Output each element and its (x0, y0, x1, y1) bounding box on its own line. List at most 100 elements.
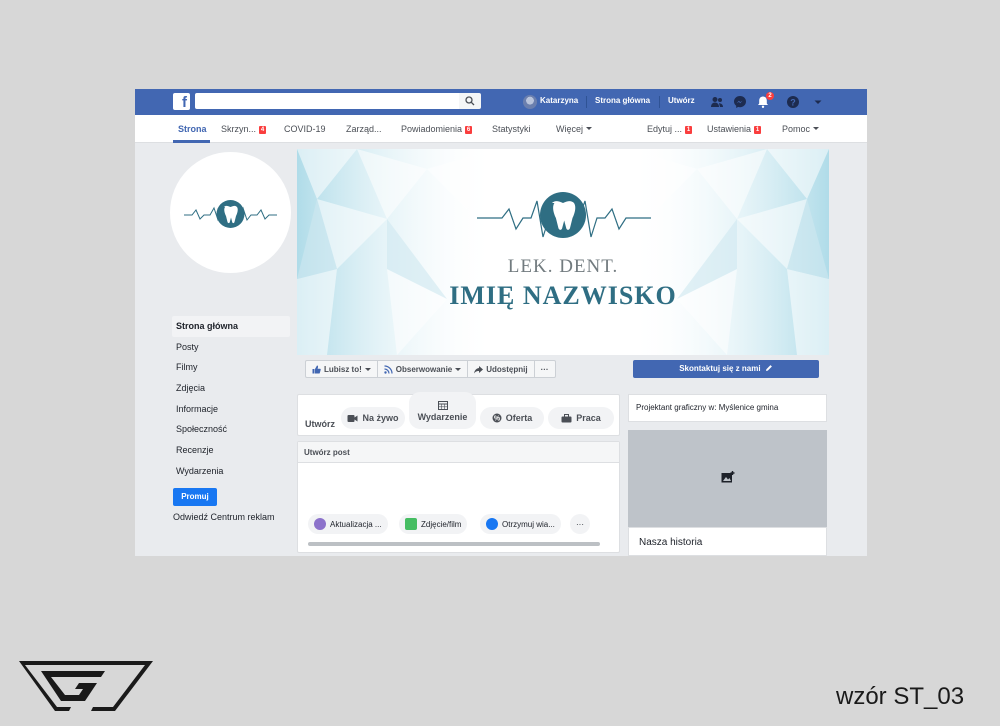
tab-home[interactable]: Strona (178, 124, 207, 134)
tooth-heartbeat-logo (184, 200, 277, 228)
nav-item-community[interactable]: Społeczność (172, 419, 290, 440)
tab-notifications[interactable]: Powiadomienia 6 (401, 124, 473, 134)
tab-edit[interactable]: Edytuj ... 1 (647, 124, 693, 134)
live-video-button[interactable]: Na żywo (341, 407, 405, 429)
photo-icon (405, 518, 417, 530)
cover-background-pattern (297, 149, 829, 355)
share-button[interactable]: Udostępnij (468, 361, 535, 377)
search-input[interactable] (195, 93, 459, 109)
rss-icon (384, 364, 393, 374)
tab-inbox[interactable]: Skrzyn... 4 (221, 124, 267, 134)
event-button[interactable]: Wydarzenie (409, 392, 476, 429)
page-tab-bar: Strona Skrzyn... 4 COVID-19 Zarząd... Pow… (135, 115, 867, 143)
cover-title-line1: LEK. DENT. (507, 256, 619, 277)
like-label: Lubisz to! (324, 364, 362, 374)
share-label: Udostępnij (486, 364, 528, 374)
tab-label: Edytuj ... (647, 124, 683, 134)
active-tab-indicator (173, 140, 210, 143)
contact-label: Skontaktuj się z nami (679, 364, 761, 373)
create-label: Utwórz (305, 419, 335, 429)
chevron-down-icon[interactable] (811, 95, 825, 109)
facebook-logo[interactable]: f (173, 93, 190, 110)
create-options-bar: Utwórz Na żywo Wydarzenie % Oferta Praca (297, 392, 620, 436)
nav-item-about[interactable]: Informacje (172, 399, 290, 420)
photo-video-button[interactable]: Zdjęcie/film (399, 514, 468, 534)
create-link[interactable]: Utwórz (668, 96, 695, 105)
nav-item-reviews[interactable]: Recenzje (172, 440, 290, 461)
tab-label: Więcej (556, 124, 584, 134)
job-label: Praca (576, 413, 601, 423)
contact-us-button[interactable]: Skontaktuj się z nami (633, 360, 819, 378)
calendar-icon (437, 400, 448, 410)
nav-item-posts[interactable]: Posty (172, 337, 290, 358)
nav-item-events[interactable]: Wydarzenia (172, 461, 290, 482)
tab-label: Pomoc (782, 124, 811, 134)
template-label: wzór ST_03 (836, 683, 965, 710)
user-name-link[interactable]: Katarzyna (540, 96, 578, 105)
story-image-placeholder[interactable] (628, 430, 827, 527)
video-camera-icon (347, 414, 358, 422)
tab-more[interactable]: Więcej (556, 124, 593, 134)
tab-covid[interactable]: COVID-19 (284, 124, 326, 134)
more-label: ··· (576, 519, 584, 529)
tab-label: Strona (178, 124, 207, 134)
avatar[interactable] (523, 95, 537, 109)
thumbs-up-icon (312, 365, 321, 373)
tab-statistics[interactable]: Statystyki (492, 124, 531, 134)
follow-button[interactable]: Obserwowanie (378, 361, 469, 377)
friends-icon[interactable] (710, 95, 724, 109)
divider (659, 96, 660, 108)
nav-item-videos[interactable]: Filmy (172, 357, 290, 378)
heart-badge-icon (314, 518, 326, 530)
home-link[interactable]: Strona główna (595, 96, 650, 105)
like-button[interactable]: Lubisz to! (306, 361, 378, 377)
facebook-page-mockup: f Katarzyna Strona główna Utwórz 2 ? Str… (135, 89, 867, 556)
get-messages-button[interactable]: Otrzymuj wia... (480, 514, 561, 534)
search-button[interactable] (459, 93, 481, 109)
cover-photo[interactable]: LEK. DENT. IMIĘ NAZWISKO (297, 149, 829, 355)
story-title: Nasza historia (639, 537, 703, 548)
ads-center-link[interactable]: Odwiedź Centrum reklam (173, 512, 275, 522)
page-left-navigation: Strona główna Posty Filmy Zdjęcia Inform… (172, 316, 290, 482)
top-navigation-bar: f Katarzyna Strona główna Utwórz 2 ? (135, 89, 867, 115)
page-action-bar: Lubisz to! Obserwowanie Udostępnij ··· (305, 360, 556, 378)
more-options-button[interactable]: ··· (535, 361, 555, 377)
more-post-options-button[interactable]: ··· (570, 514, 590, 534)
create-post-card: Utwórz post Aktualizacja ... Zdjęcie/fil… (297, 441, 620, 553)
horizontal-scrollbar[interactable] (308, 542, 600, 546)
help-icon[interactable]: ? (786, 95, 800, 109)
profile-picture[interactable] (170, 152, 291, 273)
live-label: Na żywo (362, 413, 399, 423)
messenger-icon[interactable] (733, 95, 747, 109)
nav-item-home[interactable]: Strona główna (172, 316, 290, 337)
update-label: Aktualizacja ... (330, 519, 382, 529)
tab-help[interactable]: Pomoc (782, 124, 820, 134)
tab-label: Skrzyn... (221, 124, 257, 134)
offer-tag-icon: % (492, 413, 502, 423)
more-label: ··· (540, 364, 549, 374)
event-label: Wydarzenie (417, 411, 468, 422)
caret-down-icon (586, 127, 593, 130)
our-story-section[interactable]: Nasza historia (628, 527, 827, 556)
photo-label: Zdjęcie/film (421, 519, 462, 529)
share-arrow-icon (474, 365, 484, 373)
notification-badge: 2 (766, 92, 774, 100)
inbox-badge: 4 (259, 126, 267, 134)
tab-manage[interactable]: Zarząd... (346, 124, 382, 134)
add-photo-icon (721, 471, 735, 483)
page-category: Projektant graficzny w: Myślenice gmina (628, 394, 827, 422)
offer-button[interactable]: % Oferta (480, 407, 544, 429)
job-button[interactable]: Praca (548, 407, 614, 429)
brand-logo (19, 661, 153, 711)
cover-title-line2: IMIĘ NAZWISKO (449, 281, 677, 310)
caret-down-icon (364, 367, 371, 371)
nav-item-photos[interactable]: Zdjęcia (172, 378, 290, 399)
tab-settings[interactable]: Ustawienia 1 (707, 124, 762, 134)
update-button[interactable]: Aktualizacja ... (308, 514, 388, 534)
messenger-icon (486, 518, 498, 530)
promote-button[interactable]: Promuj (173, 488, 217, 506)
follow-label: Obserwowanie (395, 364, 453, 374)
create-post-header: Utwórz post (298, 442, 619, 463)
tab-label: Powiadomienia (401, 124, 463, 134)
notifications-badge: 6 (465, 126, 473, 134)
